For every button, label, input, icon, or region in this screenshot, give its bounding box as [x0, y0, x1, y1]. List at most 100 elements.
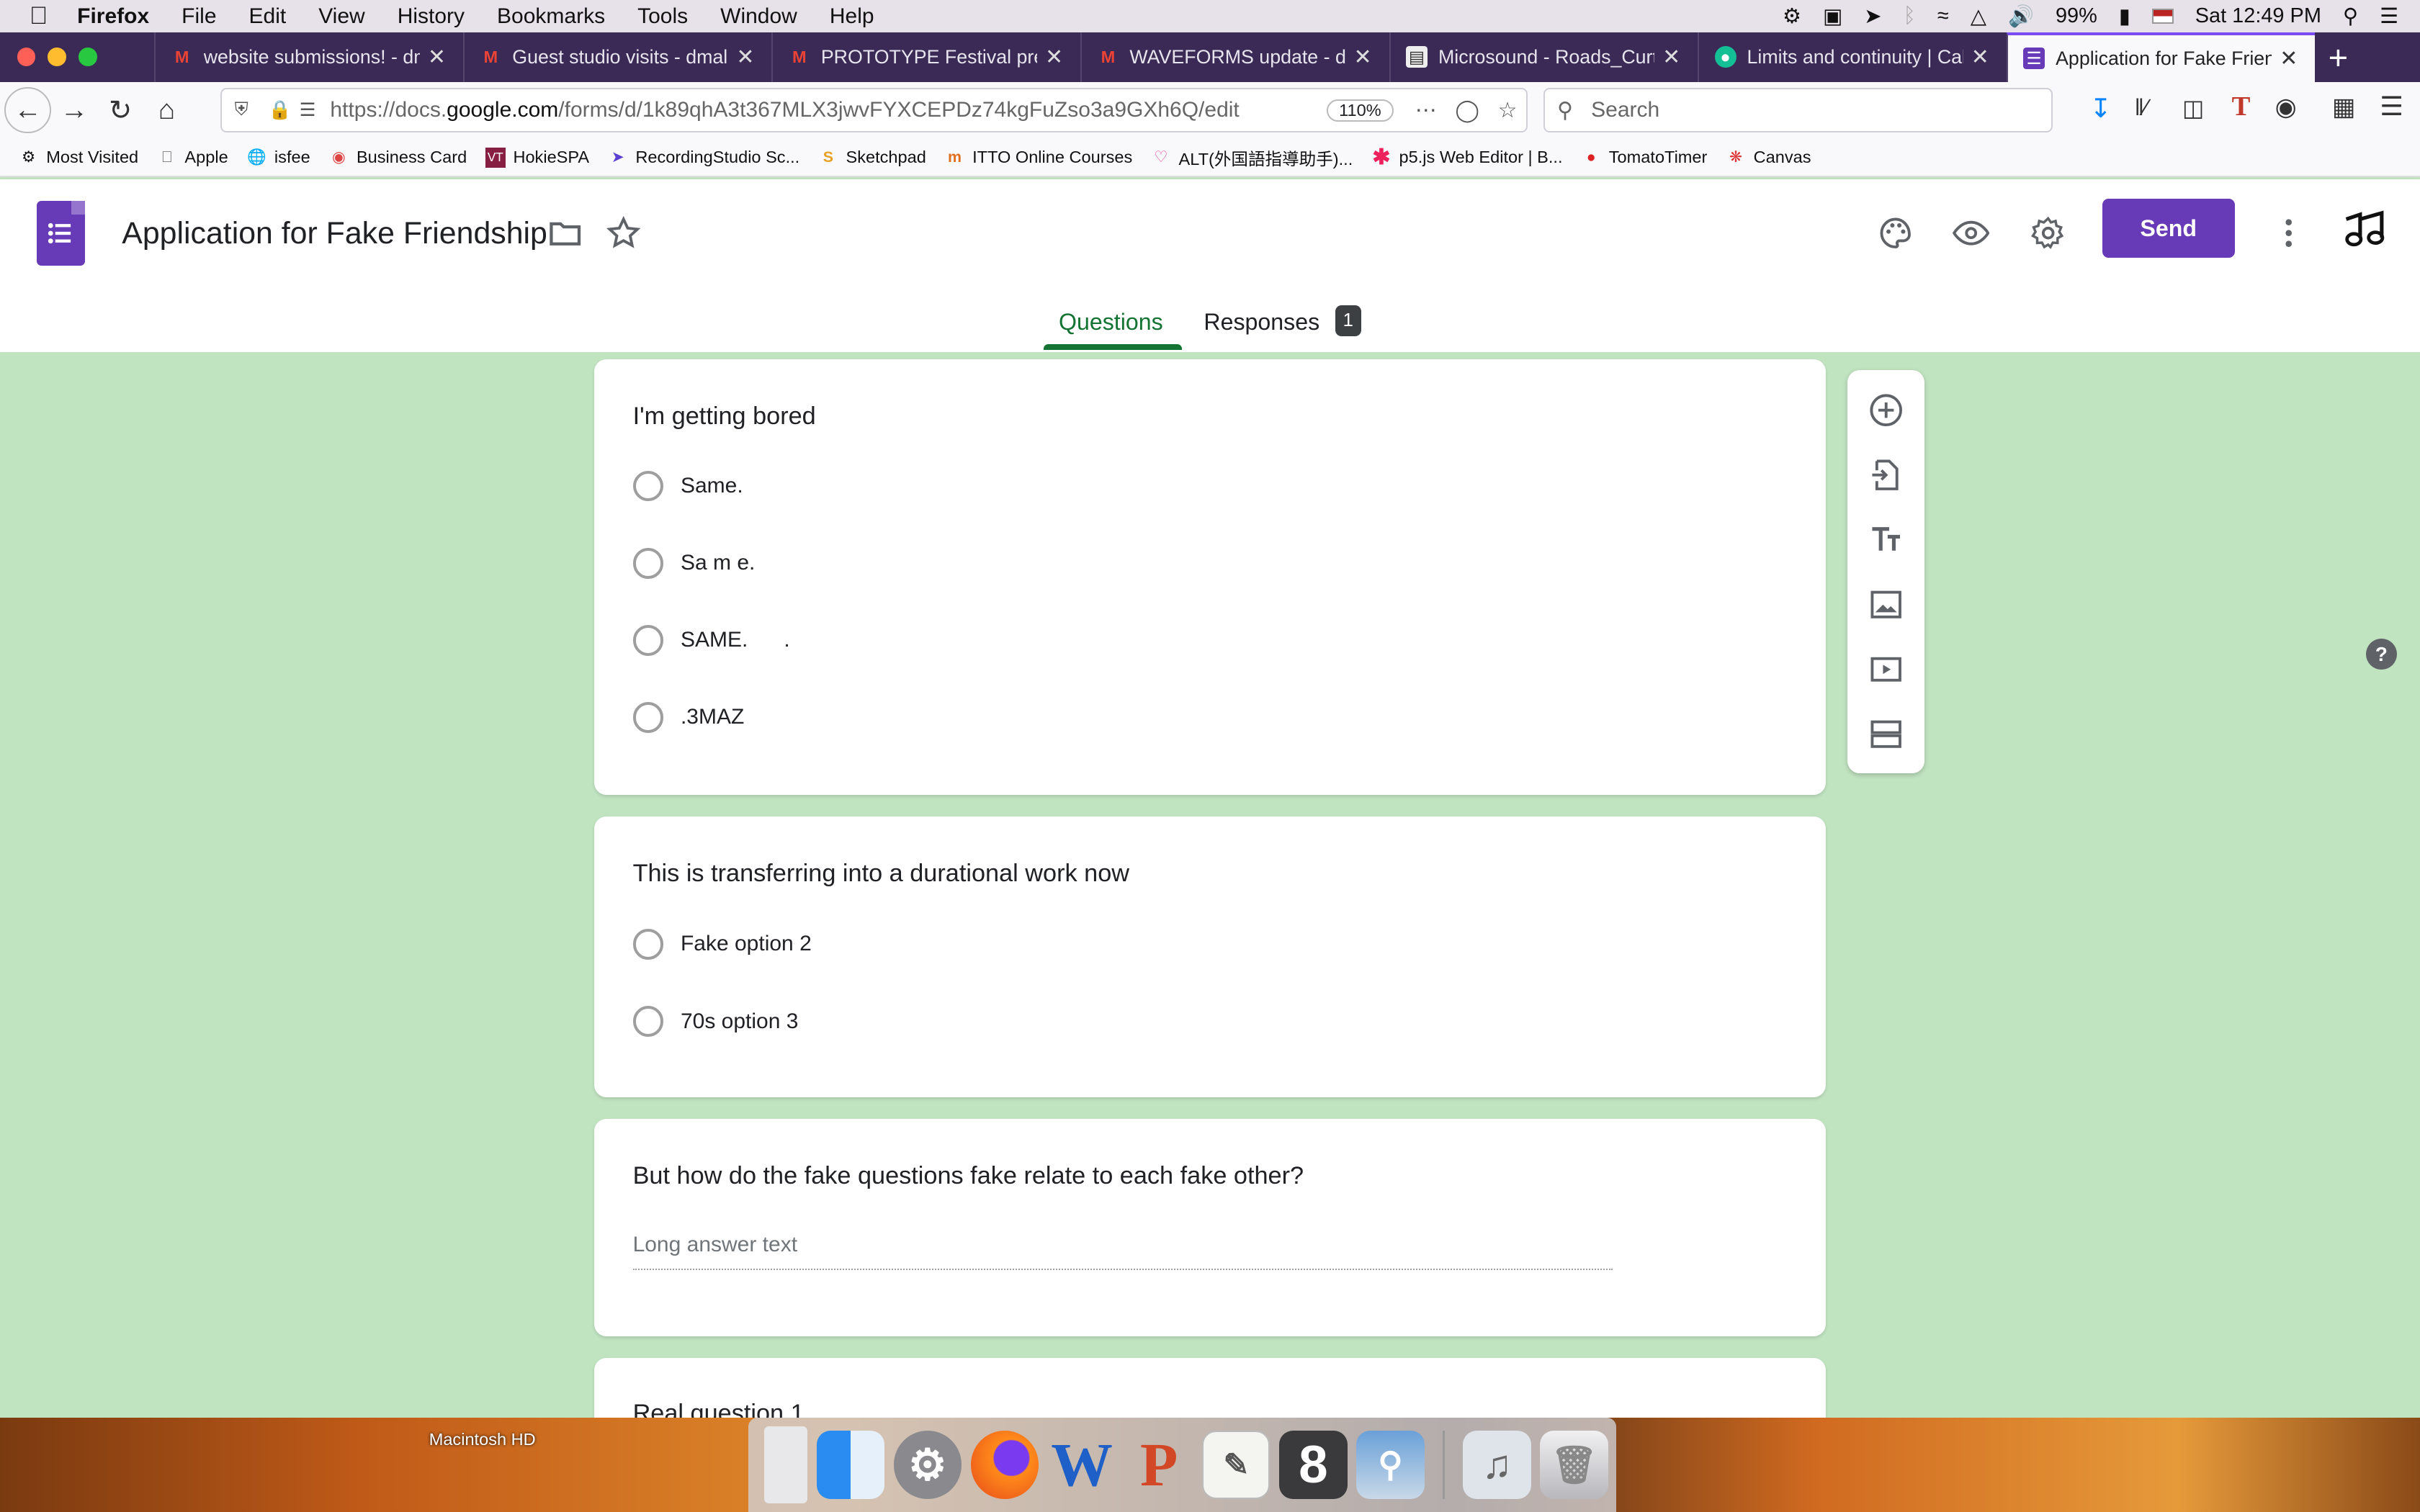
tracking-shield-icon[interactable]: ⛨ [235, 99, 248, 121]
question-title[interactable]: This is transferring into a durational w… [633, 860, 1129, 888]
battery-percent[interactable]: 99% [2056, 4, 2097, 28]
bookmark-hokiespa[interactable]: VT HokieSPA [485, 147, 589, 168]
bookmark-tomatotimer[interactable]: ● TomatoTimer [1581, 148, 1708, 168]
close-tab-icon[interactable]: ✕ [1352, 45, 1373, 70]
add-question-icon[interactable] [1866, 390, 1906, 431]
help-icon[interactable]: ? [2366, 639, 2397, 670]
url-text[interactable]: https://docs.google.com/forms/d/1k89qhA3… [330, 98, 1327, 122]
radio-button[interactable] [632, 624, 664, 656]
zoom-window-button[interactable] [79, 48, 97, 67]
option-row[interactable]: 70s option 3 [632, 1006, 798, 1037]
bookmark-isfee[interactable]: 🌐 isfee [246, 148, 310, 168]
lock-icon[interactable]: 🔒 [269, 99, 292, 121]
browser-tab-6[interactable]: ● Limits and continuity | Calculus ✕ [1698, 32, 2007, 82]
menu-file[interactable]: File [182, 4, 216, 29]
bookmark-itto[interactable]: m ITTO Online Courses [945, 148, 1132, 168]
menu-edit[interactable]: Edit [249, 4, 287, 29]
question-title[interactable]: Real question 1 [633, 1400, 805, 1418]
url-bar[interactable]: ⛨ 🔒 ☰ https://docs.google.com/forms/d/1k… [220, 88, 1528, 133]
option-row[interactable]: .3MAZ [632, 701, 744, 733]
google-forms-logo-icon[interactable] [37, 200, 85, 266]
close-tab-icon[interactable]: ✕ [1044, 45, 1065, 70]
screen-mirror-icon[interactable]: ▣ [1823, 4, 1842, 29]
option-row[interactable]: Same. [632, 470, 743, 502]
dock-document-thumbnail[interactable] [763, 1426, 807, 1504]
bluetooth-icon[interactable]: ᛒ [1904, 4, 1916, 28]
send-button[interactable]: Send [2102, 199, 2235, 258]
search-bar[interactable]: ⚲ Search [1543, 88, 2053, 133]
move-to-folder-icon[interactable] [544, 213, 585, 253]
question-title[interactable]: I'm getting bored [633, 402, 816, 431]
apple-menu-icon[interactable]:  [0, 2, 77, 30]
close-tab-icon[interactable]: ✕ [426, 45, 447, 70]
menu-history[interactable]: History [398, 4, 465, 29]
bookmark-p5js[interactable]: ✱ p5.js Web Editor | B... [1371, 145, 1562, 169]
radio-button[interactable] [632, 470, 664, 502]
permissions-icon[interactable]: ☰ [300, 99, 316, 121]
bookmark-sketchpad[interactable]: S Sketchpad [818, 148, 926, 168]
status-app-icon[interactable]: ⚙ [1783, 4, 1801, 29]
option-row[interactable]: Fake option 2 [632, 928, 812, 960]
page-actions-icon[interactable]: ⋯ [1415, 98, 1437, 123]
radio-button[interactable] [632, 928, 664, 960]
pocket-icon[interactable]: ◯ [1455, 98, 1479, 123]
minimize-window-button[interactable] [48, 48, 67, 67]
textedit-icon[interactable]: ✎ [1202, 1431, 1270, 1499]
form-title[interactable]: Application for Fake Friendship [122, 216, 547, 251]
menu-tools[interactable]: Tools [637, 4, 688, 29]
star-icon[interactable] [604, 213, 644, 253]
firefox-icon[interactable] [970, 1431, 1039, 1499]
long-answer-field[interactable]: Long answer text [632, 1233, 1613, 1270]
browser-tab-1[interactable]: M website submissions! - dmalin ✕ [154, 32, 463, 82]
close-tab-icon[interactable]: ✕ [1969, 45, 1991, 70]
user-avatar[interactable] [2340, 204, 2393, 256]
question-card-2[interactable]: This is transferring into a durational w… [594, 816, 1826, 1097]
radio-button[interactable] [632, 547, 664, 579]
bookmark-alt[interactable]: ♡ ALT(外国語指導助手)... [1151, 145, 1353, 170]
add-image-icon[interactable] [1866, 585, 1906, 625]
browser-tab-3[interactable]: M PROTOTYPE Festival premiere ✕ [771, 32, 1080, 82]
library-icon[interactable]: ‖∕ [2135, 94, 2148, 121]
account-icon[interactable]: ◉ [2275, 93, 2297, 122]
import-questions-icon[interactable] [1866, 455, 1906, 495]
palette-icon[interactable] [1876, 213, 1916, 253]
browser-tab-2[interactable]: M Guest studio visits - dmalin@ ✕ [462, 32, 772, 82]
tab-responses[interactable]: Responses [1204, 309, 1319, 336]
downloads-icon[interactable]: ↧ [2089, 93, 2112, 124]
zoom-level[interactable]: 110% [1327, 99, 1394, 122]
menu-view[interactable]: View [318, 4, 364, 29]
add-section-icon[interactable] [1866, 714, 1906, 755]
system-preferences-icon[interactable]: ⚙ [893, 1431, 962, 1499]
notification-center-icon[interactable]: ☰ [2380, 4, 2398, 29]
sidebar-icon[interactable]: ◫ [2182, 94, 2204, 122]
menu-hamburger-icon[interactable]: ☰ [2380, 91, 2403, 122]
option-row[interactable]: SAME. . [632, 624, 790, 656]
close-tab-icon[interactable]: ✕ [1661, 45, 1682, 70]
bookmark-apple[interactable]:  Apple [157, 148, 228, 168]
forward-button[interactable]: → [51, 87, 97, 133]
new-tab-button[interactable]: + [2315, 32, 2361, 82]
question-card-4[interactable]: Real question 1 [594, 1357, 1826, 1418]
menu-window[interactable]: Window [720, 4, 797, 29]
clock[interactable]: Sat 12:49 PM [2195, 4, 2321, 28]
app-8-icon[interactable]: 8 [1279, 1431, 1348, 1499]
add-title-icon[interactable] [1866, 520, 1906, 560]
bookmark-most-visited[interactable]: ⚙ Most Visited [19, 148, 138, 168]
bookmark-star-icon[interactable]: ☆ [1498, 98, 1518, 123]
wifi-icon[interactable]: ≈ [1937, 4, 1949, 28]
menu-app-firefox[interactable]: Firefox [77, 4, 149, 29]
add-video-icon[interactable] [1866, 649, 1906, 690]
microsoft-powerpoint-icon[interactable]: P [1125, 1431, 1193, 1499]
back-button[interactable]: ← [4, 87, 51, 134]
more-vert-icon[interactable] [2269, 213, 2309, 253]
location-icon[interactable]: ➤ [1864, 4, 1881, 29]
preview-eye-icon[interactable] [1951, 213, 1991, 253]
home-button[interactable]: ⌂ [143, 87, 189, 133]
volume-icon[interactable]: 🔊 [2008, 4, 2034, 29]
browser-tab-5[interactable]: ▤ Microsound - Roads_Curtis_M ✕ [1389, 32, 1698, 82]
menu-help[interactable]: Help [830, 4, 874, 29]
reload-button[interactable]: ↻ [97, 87, 143, 133]
bookmark-business-card[interactable]: ◉ Business Card [328, 148, 467, 168]
browser-tab-4[interactable]: M WAVEFORMS update - dmalin ✕ [1080, 32, 1389, 82]
menu-bookmarks[interactable]: Bookmarks [497, 4, 605, 29]
